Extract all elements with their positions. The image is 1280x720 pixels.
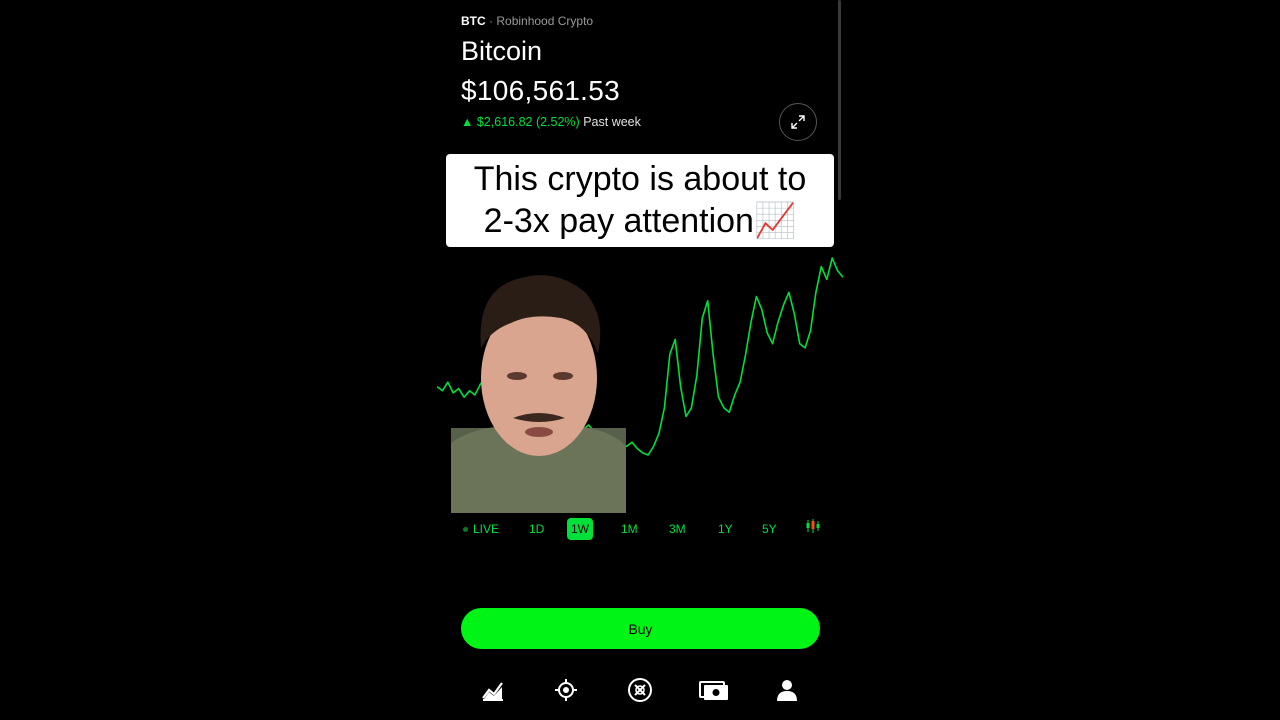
bottom-tab-bar: [437, 670, 843, 710]
tab-investing[interactable]: [478, 675, 508, 705]
range-1m[interactable]: 1M: [621, 518, 638, 540]
discover-icon: [555, 679, 577, 701]
chart-icon: [482, 682, 503, 701]
tab-crypto[interactable]: [625, 675, 655, 705]
range-1w[interactable]: 1W: [567, 518, 593, 540]
ticker-line: BTC · Robinhood Crypto: [461, 14, 593, 28]
cash-icon: [699, 681, 728, 700]
range-5y[interactable]: 5Y: [762, 518, 777, 540]
change-period: Past week: [583, 115, 641, 129]
phone-screen: BTC · Robinhood Crypto Bitcoin $106,561.…: [437, 0, 843, 720]
caption-line-2: 2-3x pay attention📈: [446, 200, 834, 242]
ticker-symbol: BTC: [461, 14, 486, 28]
live-dot-icon: [463, 527, 468, 533]
change-amount: $2,616.82 (2.52%): [476, 115, 580, 129]
presenter-video-overlay: [451, 275, 626, 513]
caption-line-1: This crypto is about to: [473, 160, 807, 198]
asset-name: Bitcoin: [461, 36, 543, 66]
crypto-icon: [628, 678, 652, 702]
expand-chart-button[interactable]: [779, 103, 817, 141]
range-live-label: LIVE: [473, 522, 500, 536]
scrollbar[interactable]: [838, 0, 841, 200]
time-range-selector: LIVE 1D 1W 1M 3M 1Y 5Y: [453, 518, 827, 542]
price-change: ▲ $2,616.82 (2.52%) Past week: [461, 115, 641, 129]
tab-cash[interactable]: [699, 675, 729, 705]
chart-increasing-emoji: 📈: [753, 202, 797, 240]
range-live[interactable]: LIVE: [463, 518, 499, 540]
tab-discover[interactable]: [551, 675, 581, 705]
up-arrow-icon: ▲: [461, 115, 474, 129]
ticker-separator: ·: [489, 14, 494, 28]
range-3m[interactable]: 3M: [669, 518, 686, 540]
caption-line-2-text: 2-3x pay attention: [483, 202, 754, 240]
tab-account[interactable]: [772, 675, 802, 705]
buy-button[interactable]: Buy: [461, 608, 820, 649]
account-icon: [777, 680, 797, 701]
exchange-name: Robinhood Crypto: [496, 14, 594, 28]
asset-price: $106,561.53: [461, 75, 621, 106]
range-1d[interactable]: 1D: [529, 518, 544, 540]
candlestick-icon: [806, 519, 820, 533]
candlestick-toggle[interactable]: [805, 518, 821, 540]
video-caption: This crypto is about to 2-3x pay attenti…: [446, 154, 834, 247]
expand-icon: [791, 115, 805, 129]
range-1y[interactable]: 1Y: [718, 518, 733, 540]
